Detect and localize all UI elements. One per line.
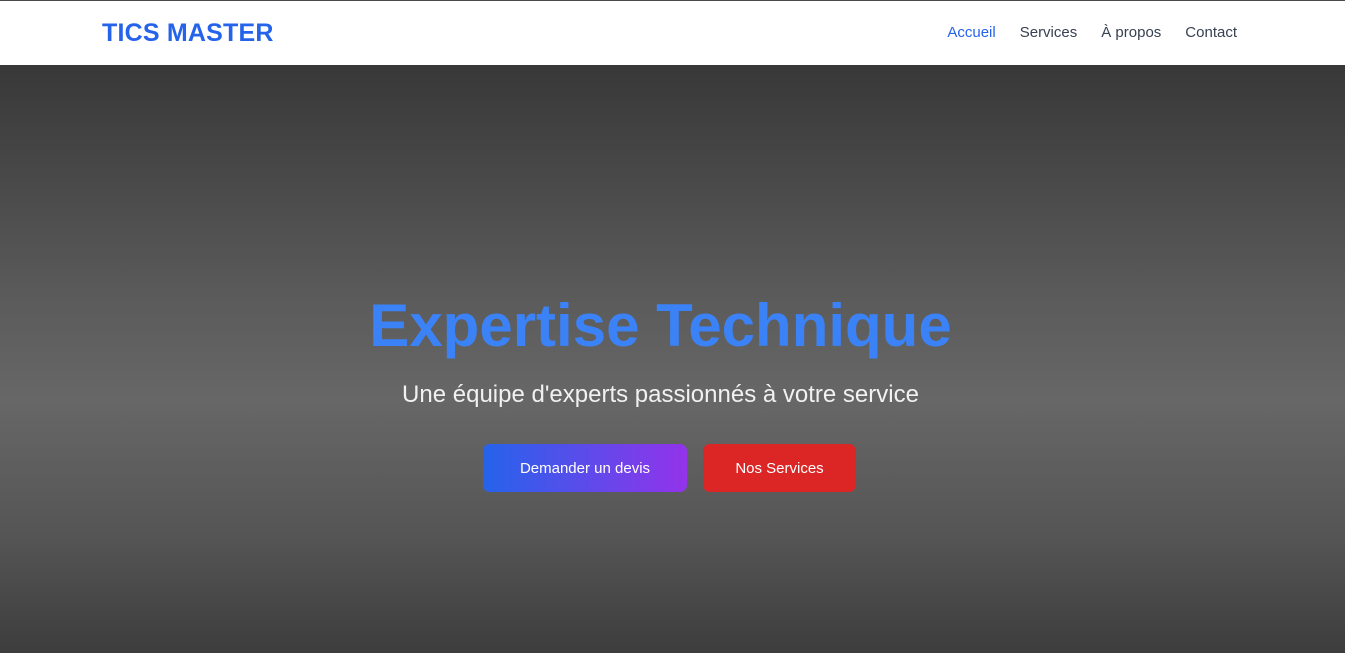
hero-actions: Demander un devis Nos Services (483, 444, 856, 492)
hero-section: Expertise Technique Une équipe d'experts… (0, 65, 1345, 653)
nav-link-services[interactable]: Services (1020, 24, 1078, 41)
page: TICS MASTER Accueil Services À propos Co… (0, 0, 1345, 653)
nav-link-accueil[interactable]: Accueil (947, 24, 995, 41)
brand-logo[interactable]: TICS MASTER (102, 18, 274, 48)
request-quote-button[interactable]: Demander un devis (483, 444, 687, 492)
our-services-button[interactable]: Nos Services (703, 444, 856, 492)
nav-menu: Accueil Services À propos Contact (947, 22, 1237, 44)
navbar: TICS MASTER Accueil Services À propos Co… (0, 1, 1345, 65)
nav-link-contact[interactable]: Contact (1185, 24, 1237, 41)
hero-subtitle: Une équipe d'experts passionnés à votre … (402, 381, 919, 408)
nav-link-a-propos[interactable]: À propos (1101, 24, 1161, 41)
hero-title: Expertise Technique (369, 292, 952, 359)
